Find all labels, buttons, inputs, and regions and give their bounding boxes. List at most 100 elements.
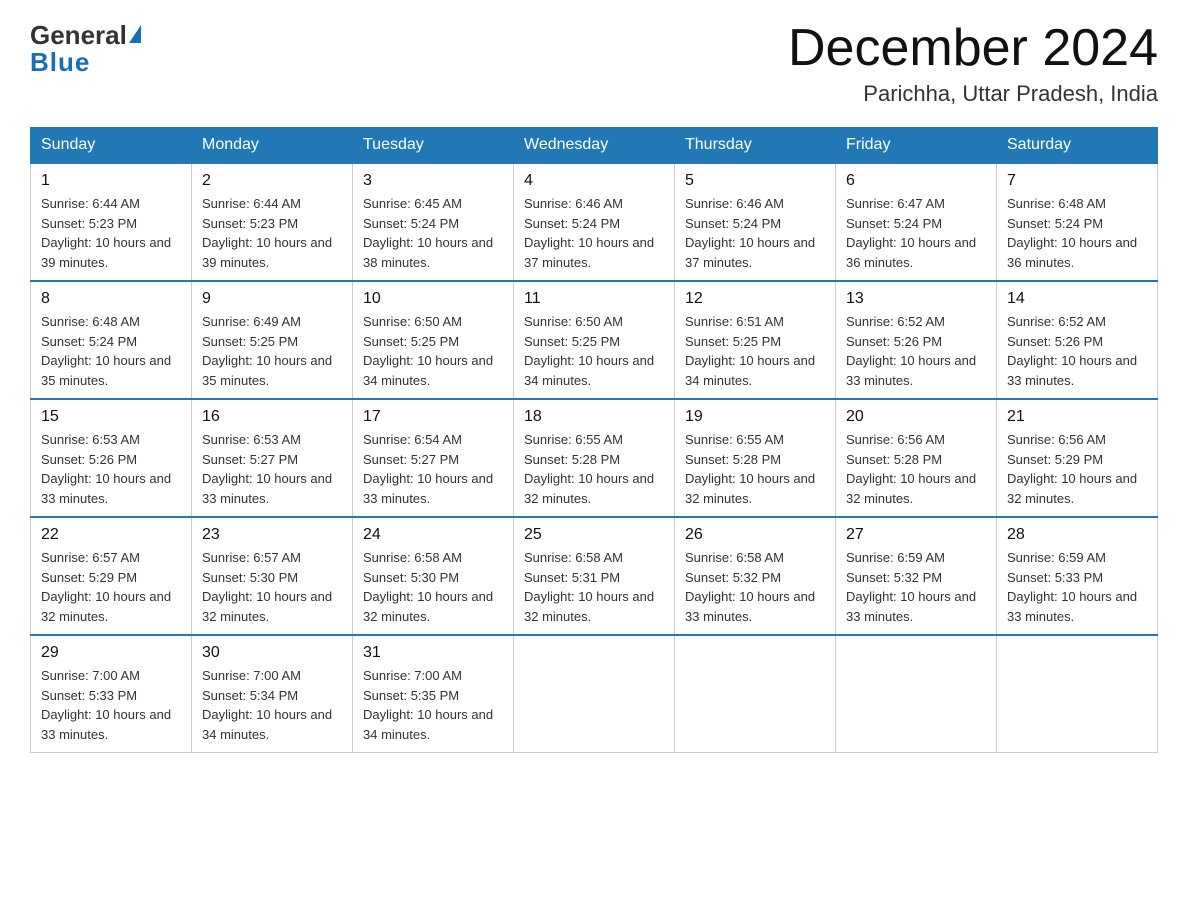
calendar-header-saturday: Saturday — [997, 128, 1158, 164]
calendar-week-5: 29 Sunrise: 7:00 AM Sunset: 5:33 PM Dayl… — [31, 635, 1158, 753]
day-info: Sunrise: 6:48 AM Sunset: 5:24 PM Dayligh… — [1007, 194, 1147, 272]
location-title: Parichha, Uttar Pradesh, India — [788, 81, 1158, 107]
day-number: 31 — [363, 644, 503, 662]
day-info: Sunrise: 6:56 AM Sunset: 5:29 PM Dayligh… — [1007, 430, 1147, 508]
day-number: 25 — [524, 526, 664, 544]
day-info: Sunrise: 6:58 AM Sunset: 5:30 PM Dayligh… — [363, 548, 503, 626]
day-info: Sunrise: 7:00 AM Sunset: 5:35 PM Dayligh… — [363, 666, 503, 744]
day-number: 26 — [685, 526, 825, 544]
calendar-header-tuesday: Tuesday — [353, 128, 514, 164]
table-row: 17 Sunrise: 6:54 AM Sunset: 5:27 PM Dayl… — [353, 399, 514, 517]
day-info: Sunrise: 6:52 AM Sunset: 5:26 PM Dayligh… — [1007, 312, 1147, 390]
calendar-week-4: 22 Sunrise: 6:57 AM Sunset: 5:29 PM Dayl… — [31, 517, 1158, 635]
day-info: Sunrise: 7:00 AM Sunset: 5:34 PM Dayligh… — [202, 666, 342, 744]
day-info: Sunrise: 6:44 AM Sunset: 5:23 PM Dayligh… — [41, 194, 181, 272]
calendar-header-thursday: Thursday — [675, 128, 836, 164]
logo-triangle-icon — [129, 25, 141, 43]
table-row: 10 Sunrise: 6:50 AM Sunset: 5:25 PM Dayl… — [353, 281, 514, 399]
day-number: 8 — [41, 290, 181, 308]
day-number: 9 — [202, 290, 342, 308]
day-info: Sunrise: 6:46 AM Sunset: 5:24 PM Dayligh… — [524, 194, 664, 272]
table-row: 8 Sunrise: 6:48 AM Sunset: 5:24 PM Dayli… — [31, 281, 192, 399]
calendar-header-friday: Friday — [836, 128, 997, 164]
logo-blue-text: Blue — [30, 47, 90, 78]
day-number: 19 — [685, 408, 825, 426]
table-row: 27 Sunrise: 6:59 AM Sunset: 5:32 PM Dayl… — [836, 517, 997, 635]
table-row: 16 Sunrise: 6:53 AM Sunset: 5:27 PM Dayl… — [192, 399, 353, 517]
table-row: 24 Sunrise: 6:58 AM Sunset: 5:30 PM Dayl… — [353, 517, 514, 635]
table-row: 9 Sunrise: 6:49 AM Sunset: 5:25 PM Dayli… — [192, 281, 353, 399]
day-info: Sunrise: 6:52 AM Sunset: 5:26 PM Dayligh… — [846, 312, 986, 390]
day-number: 6 — [846, 172, 986, 190]
day-number: 23 — [202, 526, 342, 544]
day-number: 11 — [524, 290, 664, 308]
table-row: 14 Sunrise: 6:52 AM Sunset: 5:26 PM Dayl… — [997, 281, 1158, 399]
calendar-week-1: 1 Sunrise: 6:44 AM Sunset: 5:23 PM Dayli… — [31, 163, 1158, 281]
day-number: 14 — [1007, 290, 1147, 308]
calendar-header-wednesday: Wednesday — [514, 128, 675, 164]
table-row: 30 Sunrise: 7:00 AM Sunset: 5:34 PM Dayl… — [192, 635, 353, 753]
day-info: Sunrise: 6:44 AM Sunset: 5:23 PM Dayligh… — [202, 194, 342, 272]
table-row — [997, 635, 1158, 753]
calendar-header-sunday: Sunday — [31, 128, 192, 164]
month-title: December 2024 — [788, 20, 1158, 77]
table-row: 21 Sunrise: 6:56 AM Sunset: 5:29 PM Dayl… — [997, 399, 1158, 517]
table-row — [514, 635, 675, 753]
day-number: 16 — [202, 408, 342, 426]
day-number: 13 — [846, 290, 986, 308]
table-row: 2 Sunrise: 6:44 AM Sunset: 5:23 PM Dayli… — [192, 163, 353, 281]
day-info: Sunrise: 6:48 AM Sunset: 5:24 PM Dayligh… — [41, 312, 181, 390]
calendar-table: SundayMondayTuesdayWednesdayThursdayFrid… — [30, 127, 1158, 753]
page-header: General Blue December 2024 Parichha, Utt… — [30, 20, 1158, 107]
day-info: Sunrise: 6:46 AM Sunset: 5:24 PM Dayligh… — [685, 194, 825, 272]
day-info: Sunrise: 6:59 AM Sunset: 5:32 PM Dayligh… — [846, 548, 986, 626]
day-number: 22 — [41, 526, 181, 544]
calendar-week-2: 8 Sunrise: 6:48 AM Sunset: 5:24 PM Dayli… — [31, 281, 1158, 399]
table-row: 13 Sunrise: 6:52 AM Sunset: 5:26 PM Dayl… — [836, 281, 997, 399]
day-number: 21 — [1007, 408, 1147, 426]
table-row: 18 Sunrise: 6:55 AM Sunset: 5:28 PM Dayl… — [514, 399, 675, 517]
table-row: 29 Sunrise: 7:00 AM Sunset: 5:33 PM Dayl… — [31, 635, 192, 753]
day-number: 12 — [685, 290, 825, 308]
day-number: 20 — [846, 408, 986, 426]
day-info: Sunrise: 6:53 AM Sunset: 5:27 PM Dayligh… — [202, 430, 342, 508]
day-info: Sunrise: 6:47 AM Sunset: 5:24 PM Dayligh… — [846, 194, 986, 272]
table-row: 3 Sunrise: 6:45 AM Sunset: 5:24 PM Dayli… — [353, 163, 514, 281]
table-row — [675, 635, 836, 753]
day-info: Sunrise: 6:50 AM Sunset: 5:25 PM Dayligh… — [524, 312, 664, 390]
table-row: 22 Sunrise: 6:57 AM Sunset: 5:29 PM Dayl… — [31, 517, 192, 635]
day-info: Sunrise: 6:45 AM Sunset: 5:24 PM Dayligh… — [363, 194, 503, 272]
calendar-header-monday: Monday — [192, 128, 353, 164]
day-number: 27 — [846, 526, 986, 544]
day-number: 24 — [363, 526, 503, 544]
day-info: Sunrise: 6:53 AM Sunset: 5:26 PM Dayligh… — [41, 430, 181, 508]
day-info: Sunrise: 6:55 AM Sunset: 5:28 PM Dayligh… — [524, 430, 664, 508]
day-info: Sunrise: 6:49 AM Sunset: 5:25 PM Dayligh… — [202, 312, 342, 390]
day-info: Sunrise: 6:56 AM Sunset: 5:28 PM Dayligh… — [846, 430, 986, 508]
day-info: Sunrise: 6:59 AM Sunset: 5:33 PM Dayligh… — [1007, 548, 1147, 626]
day-number: 17 — [363, 408, 503, 426]
day-number: 3 — [363, 172, 503, 190]
table-row: 11 Sunrise: 6:50 AM Sunset: 5:25 PM Dayl… — [514, 281, 675, 399]
title-section: December 2024 Parichha, Uttar Pradesh, I… — [788, 20, 1158, 107]
table-row: 1 Sunrise: 6:44 AM Sunset: 5:23 PM Dayli… — [31, 163, 192, 281]
day-info: Sunrise: 6:51 AM Sunset: 5:25 PM Dayligh… — [685, 312, 825, 390]
table-row: 26 Sunrise: 6:58 AM Sunset: 5:32 PM Dayl… — [675, 517, 836, 635]
table-row: 20 Sunrise: 6:56 AM Sunset: 5:28 PM Dayl… — [836, 399, 997, 517]
table-row — [836, 635, 997, 753]
table-row: 28 Sunrise: 6:59 AM Sunset: 5:33 PM Dayl… — [997, 517, 1158, 635]
day-number: 18 — [524, 408, 664, 426]
day-number: 30 — [202, 644, 342, 662]
calendar-week-3: 15 Sunrise: 6:53 AM Sunset: 5:26 PM Dayl… — [31, 399, 1158, 517]
day-info: Sunrise: 6:57 AM Sunset: 5:29 PM Dayligh… — [41, 548, 181, 626]
table-row: 5 Sunrise: 6:46 AM Sunset: 5:24 PM Dayli… — [675, 163, 836, 281]
table-row: 31 Sunrise: 7:00 AM Sunset: 5:35 PM Dayl… — [353, 635, 514, 753]
day-info: Sunrise: 6:55 AM Sunset: 5:28 PM Dayligh… — [685, 430, 825, 508]
logo: General Blue — [30, 20, 141, 78]
day-number: 5 — [685, 172, 825, 190]
day-info: Sunrise: 6:58 AM Sunset: 5:32 PM Dayligh… — [685, 548, 825, 626]
day-number: 28 — [1007, 526, 1147, 544]
table-row: 25 Sunrise: 6:58 AM Sunset: 5:31 PM Dayl… — [514, 517, 675, 635]
table-row: 12 Sunrise: 6:51 AM Sunset: 5:25 PM Dayl… — [675, 281, 836, 399]
day-info: Sunrise: 6:58 AM Sunset: 5:31 PM Dayligh… — [524, 548, 664, 626]
